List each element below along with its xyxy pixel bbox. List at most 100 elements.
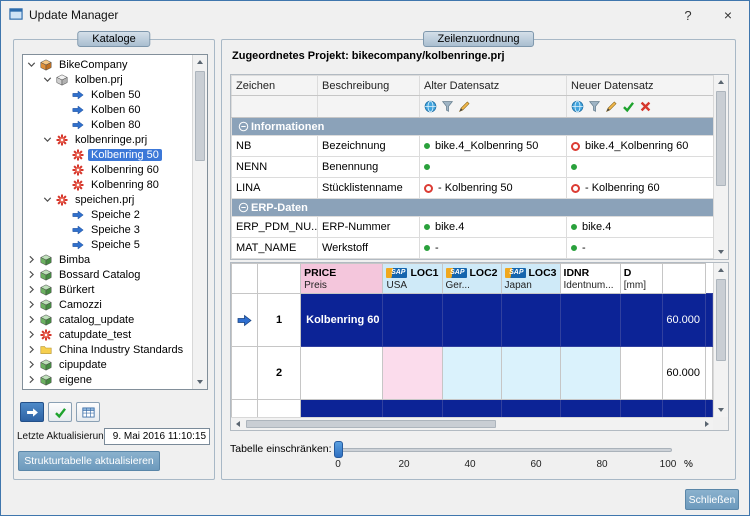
collapse-chevron-icon[interactable] xyxy=(41,134,54,145)
table-row-1[interactable]: 1Kolbenring 6060.000 xyxy=(232,294,713,347)
new-value-cell[interactable]: - Kolbenring 60 xyxy=(567,178,714,199)
new-value-cell[interactable]: bike.4 xyxy=(567,217,714,238)
cell-idnr[interactable] xyxy=(620,294,663,347)
tree-item-bossard-catalog[interactable]: Bossard Catalog xyxy=(23,267,192,282)
tree-item-eigene[interactable]: eigene xyxy=(23,372,192,387)
cell-price[interactable] xyxy=(383,294,442,347)
column-header-d[interactable]: D[mm] xyxy=(620,264,663,294)
cell-name[interactable]: Kolbenring 60 xyxy=(301,400,383,418)
edit-icon[interactable] xyxy=(458,100,471,113)
tree-item-speichen-prj[interactable]: speichen.prj xyxy=(23,192,192,207)
tree-item-cipupdate[interactable]: cipupdate xyxy=(23,357,192,372)
expand-chevron-icon[interactable] xyxy=(25,329,38,340)
compare-row-nenn[interactable]: NENNBenennung xyxy=(232,157,714,178)
scrollbar-thumb[interactable] xyxy=(246,420,496,428)
tree-item-speiche-2[interactable]: Speiche 2 xyxy=(23,207,192,222)
tree-item-kolben-60[interactable]: Kolben 60 xyxy=(23,102,192,117)
globe-icon[interactable] xyxy=(571,100,584,113)
cell-price[interactable] xyxy=(383,400,442,418)
compare-row-nb[interactable]: NBBezeichnungbike.4_Kolbenring 50bike.4_… xyxy=(232,136,714,157)
accept-all-icon[interactable] xyxy=(622,100,635,113)
compare-row-lina[interactable]: LINAStücklistenname- Kolbenring 50- Kolb… xyxy=(232,178,714,199)
scroll-down-icon[interactable] xyxy=(714,245,728,259)
expand-chevron-icon[interactable] xyxy=(25,344,38,355)
tree-item-catupdate-test[interactable]: catupdate_test xyxy=(23,327,192,342)
tree-item-bikecompany[interactable]: BikeCompany xyxy=(23,57,192,72)
cell-loc3[interactable] xyxy=(560,347,620,400)
cell-loc2[interactable] xyxy=(501,400,560,418)
collapse-chevron-icon[interactable] xyxy=(25,59,38,70)
transfer-button[interactable] xyxy=(20,402,44,422)
new-value-cell[interactable] xyxy=(567,157,714,178)
scrollbar-thumb[interactable] xyxy=(195,71,205,161)
column-header-name[interactable] xyxy=(258,264,301,294)
table-horizontal-scrollbar[interactable] xyxy=(231,417,713,430)
tree-item-speiche-3[interactable]: Speiche 3 xyxy=(23,222,192,237)
table-row-2[interactable]: 260.000 xyxy=(232,347,713,400)
accept-button[interactable] xyxy=(48,402,72,422)
cell-d[interactable]: 60.000 xyxy=(663,347,706,400)
compare-column-header[interactable]: Neuer Datensatz xyxy=(567,76,714,96)
tree-item-kolbenring-50[interactable]: Kolbenring 50 xyxy=(23,147,192,162)
column-header-idnr[interactable]: IDNRIdentnum... xyxy=(560,264,620,294)
column-header-loc2[interactable]: SAPLOC2Ger... xyxy=(442,264,501,294)
tree-item-kolben-50[interactable]: Kolben 50 xyxy=(23,87,192,102)
expand-chevron-icon[interactable] xyxy=(25,254,38,265)
minus-circle-icon[interactable] xyxy=(238,202,249,213)
cell-loc1[interactable] xyxy=(442,347,501,400)
tree-item-catalog-update[interactable]: catalog_update xyxy=(23,312,192,327)
compare-row-erp-pdm-nu-[interactable]: ERP_PDM_NU...ERP-Nummerbike.4bike.4 xyxy=(232,217,714,238)
tree-item-camozzi[interactable]: Camozzi xyxy=(23,297,192,312)
compare-section-row[interactable]: Informationen xyxy=(232,118,714,136)
old-value-cell[interactable]: bike.4_Kolbenring 50 xyxy=(420,136,567,157)
scrollbar-thumb[interactable] xyxy=(716,279,726,361)
scroll-up-icon[interactable] xyxy=(193,55,207,69)
cell-loc1[interactable] xyxy=(442,294,501,347)
compare-column-header[interactable]: Zeichen xyxy=(232,76,318,96)
new-value-cell[interactable]: bike.4_Kolbenring 60 xyxy=(567,136,714,157)
update-structure-table-button[interactable]: Strukturtabelle aktualisieren xyxy=(18,451,160,471)
cell-loc3[interactable] xyxy=(560,400,620,418)
filter-icon[interactable] xyxy=(441,100,454,113)
collapse-chevron-icon[interactable] xyxy=(41,194,54,205)
tree-item-b-rkert[interactable]: Bürkert xyxy=(23,282,192,297)
old-value-cell[interactable]: bike.4 xyxy=(420,217,567,238)
cell-idnr[interactable] xyxy=(620,347,663,400)
expand-chevron-icon[interactable] xyxy=(25,314,38,325)
scroll-down-icon[interactable] xyxy=(193,375,207,389)
compare-column-header[interactable]: Beschreibung xyxy=(318,76,420,96)
scroll-up-icon[interactable] xyxy=(714,75,728,89)
restrict-slider-track[interactable] xyxy=(338,448,672,452)
cell-loc2[interactable] xyxy=(501,294,560,347)
column-header-loc1[interactable]: SAPLOC1USA xyxy=(383,264,442,294)
row-handle-cell[interactable] xyxy=(232,400,258,418)
expand-chevron-icon[interactable] xyxy=(25,374,38,385)
expand-chevron-icon[interactable] xyxy=(25,284,38,295)
scroll-up-icon[interactable] xyxy=(714,263,728,277)
old-value-cell[interactable]: - xyxy=(420,238,567,259)
cell-loc2[interactable] xyxy=(501,347,560,400)
tree-item-kolben-prj[interactable]: kolben.prj xyxy=(23,72,192,87)
old-value-cell[interactable] xyxy=(420,157,567,178)
edit-icon[interactable] xyxy=(605,100,618,113)
tree-item-kolbenringe-prj[interactable]: kolbenringe.prj xyxy=(23,132,192,147)
scroll-down-icon[interactable] xyxy=(714,403,728,417)
cell-d[interactable]: 60.000 xyxy=(663,400,706,418)
expand-chevron-icon[interactable] xyxy=(25,299,38,310)
cell-d[interactable]: 60.000 xyxy=(663,294,706,347)
last-update-field[interactable]: 9. Mai 2016 11:10:15 xyxy=(104,428,210,445)
cell-price[interactable] xyxy=(383,347,442,400)
cell-idnr[interactable] xyxy=(620,400,663,418)
tree-scrollbar[interactable] xyxy=(192,55,207,389)
close-dialog-button[interactable]: Schließen xyxy=(685,489,739,510)
collapse-chevron-icon[interactable] xyxy=(41,74,54,85)
expand-chevron-icon[interactable] xyxy=(25,359,38,370)
close-window-button[interactable]: × xyxy=(711,1,745,29)
scroll-right-icon[interactable] xyxy=(700,418,713,430)
cell-name[interactable]: Kolbenring 60 xyxy=(301,294,383,347)
compare-section-row[interactable]: ERP-Daten xyxy=(232,199,714,217)
globe-icon[interactable] xyxy=(424,100,437,113)
expand-chevron-icon[interactable] xyxy=(25,269,38,280)
column-header-price[interactable]: PRICEPreis xyxy=(301,264,383,294)
row-handle-cell[interactable] xyxy=(232,347,258,400)
